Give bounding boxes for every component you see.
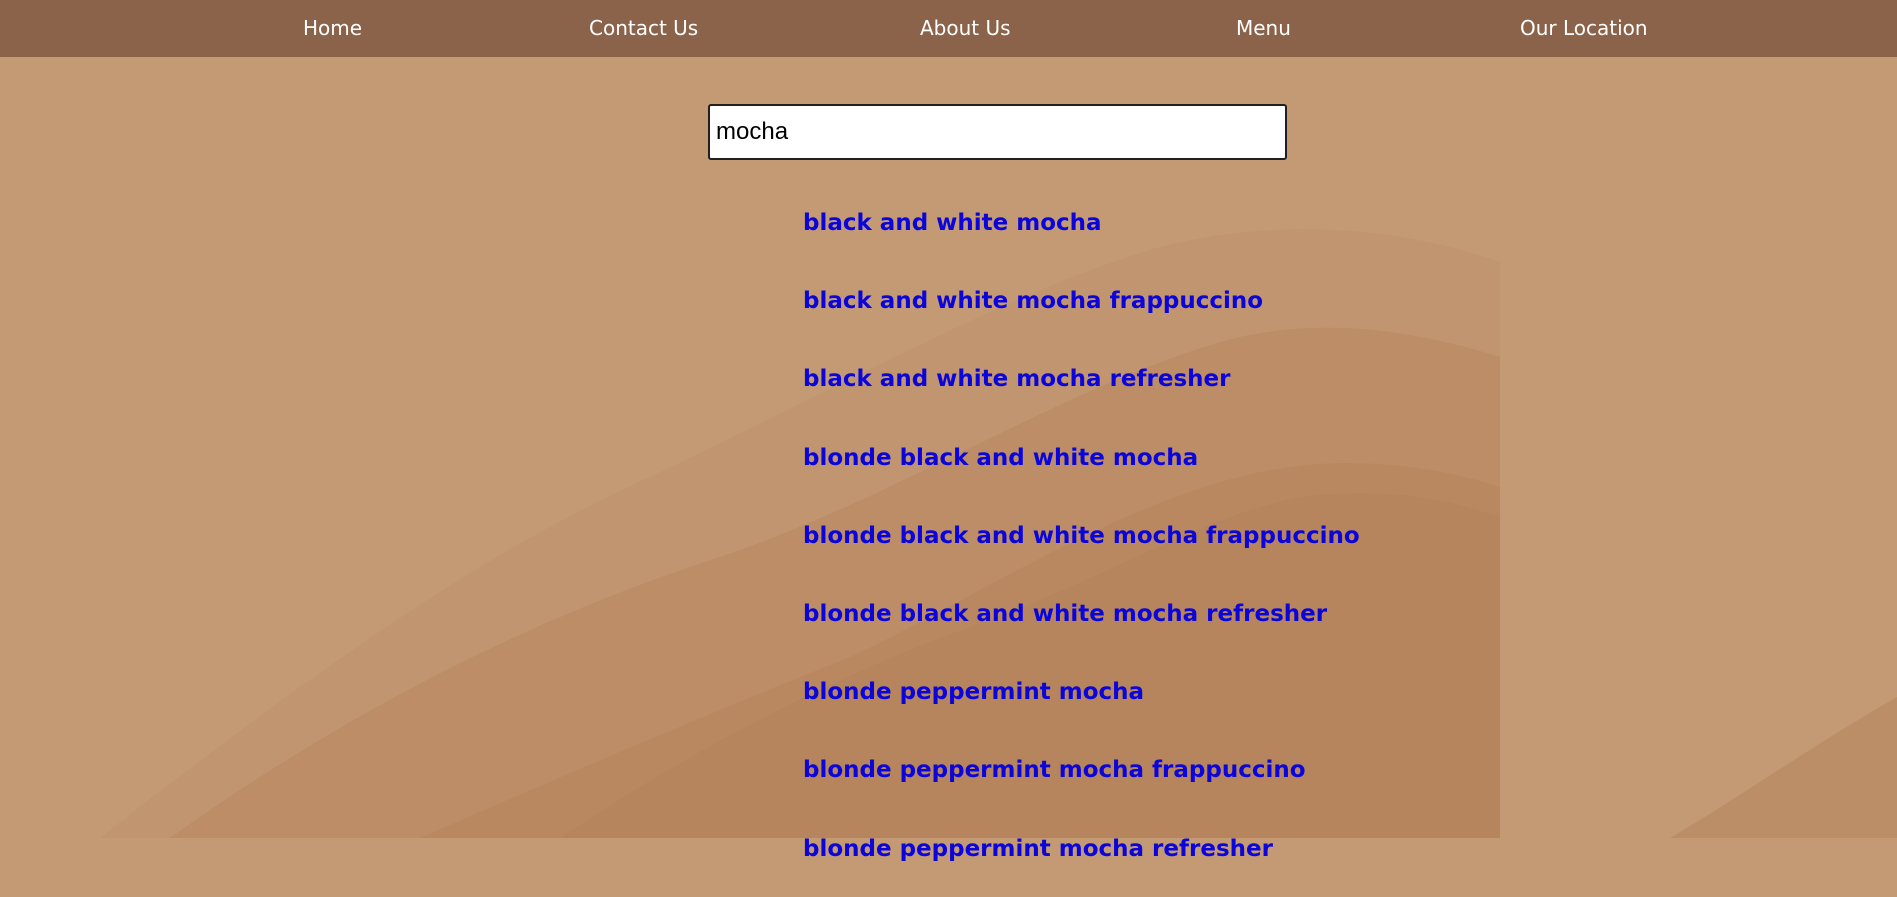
search-results-list: black and white mocha black and white mo…	[803, 204, 1503, 897]
result-link[interactable]: blonde black and white mocha frappuccino	[803, 517, 1503, 595]
nav-about-us-link[interactable]: About Us	[920, 14, 1011, 42]
result-link[interactable]: blonde black and white mocha	[803, 439, 1503, 517]
search-container	[708, 104, 1287, 160]
nav-our-location-link[interactable]: Our Location	[1520, 14, 1648, 42]
result-link[interactable]: blonde peppermint mocha frappuccino	[803, 751, 1503, 829]
nav-contact-us-link[interactable]: Contact Us	[589, 14, 698, 42]
nav-menu-link[interactable]: Menu	[1236, 14, 1291, 42]
result-link[interactable]: blonde peppermint mocha	[803, 673, 1503, 751]
top-navigation: Home Contact Us About Us Menu Our Locati…	[0, 0, 1897, 57]
result-link[interactable]: black and white mocha refresher	[803, 360, 1503, 438]
result-link[interactable]: blonde black and white mocha refresher	[803, 595, 1503, 673]
result-link[interactable]: black and white mocha	[803, 204, 1503, 282]
result-link[interactable]: blonde peppermint mocha refresher	[803, 830, 1503, 897]
search-input[interactable]	[708, 104, 1287, 160]
nav-home-link[interactable]: Home	[303, 14, 362, 42]
result-link[interactable]: black and white mocha frappuccino	[803, 282, 1503, 360]
